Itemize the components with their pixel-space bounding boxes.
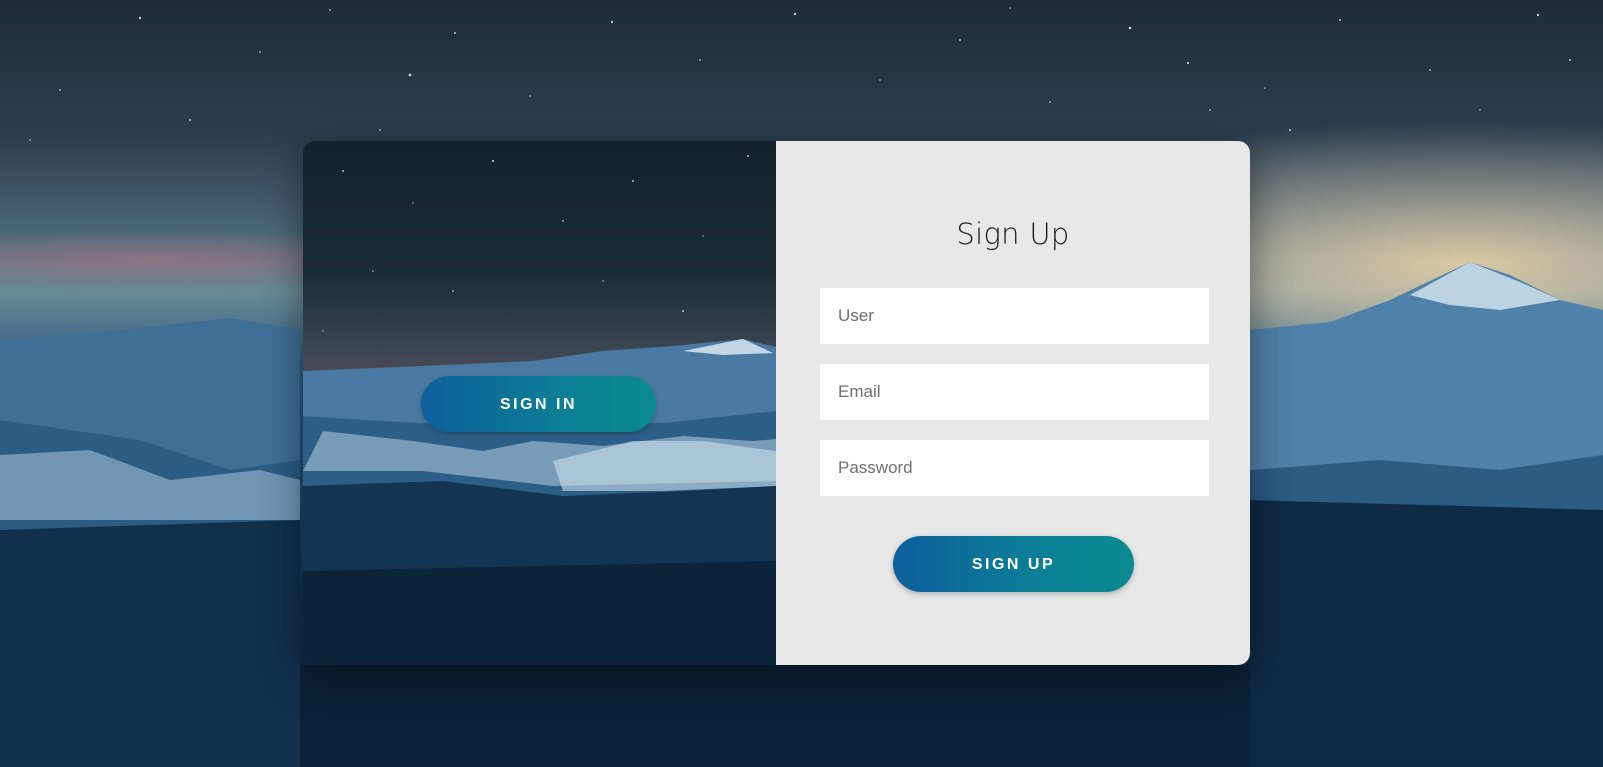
signup-form: Sign Up SIGN UP xyxy=(776,141,1250,665)
email-input[interactable] xyxy=(820,364,1209,420)
background-landscape: SIGN IN Sign Up SIGN UP xyxy=(0,0,1603,767)
form-title: Sign Up xyxy=(956,217,1070,251)
auth-card: SIGN IN Sign Up SIGN UP xyxy=(303,141,1250,665)
password-input[interactable] xyxy=(820,440,1209,496)
user-input[interactable] xyxy=(820,288,1209,344)
sign-in-button[interactable]: SIGN IN xyxy=(421,376,656,432)
signin-panel: SIGN IN xyxy=(303,141,776,665)
sign-up-button[interactable]: SIGN UP xyxy=(893,536,1134,592)
